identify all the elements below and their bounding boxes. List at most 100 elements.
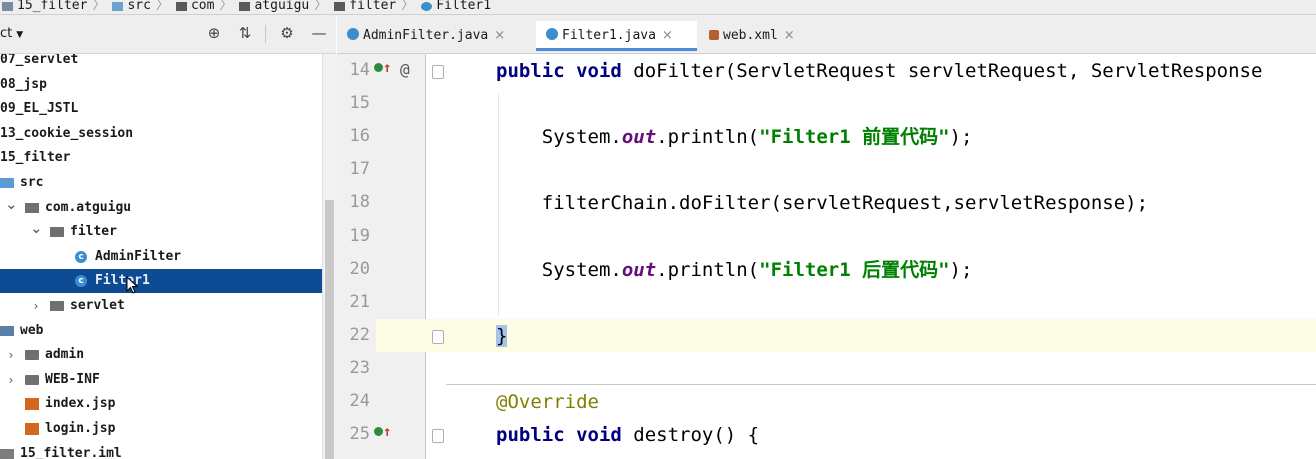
fold-column — [426, 54, 446, 459]
collapse-all-icon[interactable]: ⇅ — [236, 24, 254, 42]
tree-item[interactable]: web — [0, 319, 322, 343]
tree-scrollbar-thumb[interactable] — [325, 200, 334, 459]
class-icon — [421, 1, 433, 11]
tree-item-label: Filter1 — [95, 273, 150, 289]
tree-item-label: src — [20, 175, 44, 190]
chevron-down-icon[interactable]: ⌄ — [30, 216, 43, 240]
package-icon — [25, 202, 39, 213]
close-icon[interactable]: × — [784, 28, 795, 43]
project-tree: 07_servlet 08_jsp 09_EL_JSTL 13_cookie_sess… — [0, 54, 322, 459]
tree-item[interactable]: › servlet — [0, 294, 322, 318]
breadcrumb-label: com — [190, 0, 215, 13]
tree-item[interactable]: 08_jsp — [0, 73, 322, 97]
code-token: .println( — [656, 126, 760, 149]
breadcrumb-item[interactable]: com 〉 — [174, 0, 238, 12]
chevron-down-icon: ▼ — [16, 30, 24, 40]
tree-item-label: AdminFilter — [95, 248, 182, 264]
source-folder-icon — [112, 1, 124, 11]
breadcrumb-separator-icon: 〉 — [155, 0, 169, 13]
string-literal: "Filter1 后置代码" — [759, 258, 950, 281]
tree-item-label: 09_EL_JSTL — [0, 101, 79, 117]
fold-marker-icon[interactable] — [432, 329, 444, 344]
breadcrumb-item[interactable]: atguigu 〉 — [237, 0, 332, 12]
breadcrumb-item[interactable]: 15_filter 〉 — [0, 0, 110, 12]
breadcrumb-separator-icon: 〉 — [314, 0, 328, 13]
code-line: System.out.println("Filter1 前置代码"); — [496, 122, 973, 152]
class-icon: c — [75, 250, 87, 263]
code-token: ); — [949, 126, 973, 149]
project-view-label: ct — [0, 26, 13, 41]
tree-item[interactable]: login.jsp — [0, 417, 322, 441]
folder-icon — [25, 374, 39, 385]
line-number: 23 — [349, 357, 370, 378]
package-icon — [50, 227, 64, 238]
class-icon: c — [75, 275, 87, 288]
tree-item[interactable]: ⌄ com.atguigu — [0, 195, 322, 220]
method-separator — [446, 384, 1316, 385]
tab-web-xml[interactable]: web.xml × — [699, 21, 817, 51]
override-marker-icon[interactable]: ↑ — [374, 424, 391, 440]
tree-item[interactable]: › WEB-INF — [0, 368, 322, 392]
code-line: public void destroy() { — [496, 420, 759, 450]
code-line: filterChain.doFilter(servletRequest,serv… — [496, 188, 1148, 218]
chevron-right-icon[interactable]: › — [5, 368, 17, 392]
code-token: System. — [496, 126, 622, 149]
tree-item-label: servlet — [70, 298, 125, 313]
tree-item[interactable]: 09_EL_JSTL — [0, 97, 322, 121]
project-view-selector[interactable]: ct ▼ — [0, 26, 23, 41]
static-field: out — [621, 258, 657, 281]
line-number: 19 — [349, 225, 370, 246]
editor-tabs: AdminFilter.java × Filter1.java × web.xml × — [337, 15, 1316, 54]
minimize-icon[interactable]: — — [310, 24, 328, 42]
module-file-icon — [0, 448, 14, 459]
folder-icon — [25, 350, 39, 361]
code-token: filterChain.doFilter(servletRequest,serv… — [496, 192, 1149, 215]
tree-item[interactable]: c Filter1 — [0, 269, 322, 294]
tree-item[interactable]: 07_servlet — [0, 54, 322, 72]
tree-item[interactable]: › admin — [0, 343, 322, 367]
code-token: } — [496, 324, 508, 347]
code-token: System. — [496, 258, 622, 281]
tree-item[interactable]: 15_filter.iml — [0, 442, 322, 459]
code-token: ); — [949, 258, 973, 281]
gear-icon[interactable]: ⚙ — [278, 24, 296, 42]
tab-label: web.xml — [723, 28, 778, 43]
breadcrumb-item[interactable]: filter 〉 — [332, 0, 419, 12]
tree-item[interactable]: 13_cookie_session — [0, 122, 322, 146]
code-line: System.out.println("Filter1 后置代码"); — [496, 255, 973, 285]
tree-scrollbar[interactable] — [322, 54, 337, 459]
close-icon[interactable]: × — [494, 28, 505, 43]
tree-item[interactable]: src — [0, 171, 322, 195]
chevron-right-icon[interactable]: › — [5, 343, 17, 367]
chevron-down-icon[interactable]: ⌄ — [5, 192, 18, 216]
line-number: 15 — [349, 93, 370, 114]
at-icon[interactable]: @ — [400, 60, 410, 79]
tree-item[interactable]: c AdminFilter — [0, 245, 322, 269]
tab-adminfilter-java[interactable]: AdminFilter.java × — [337, 21, 534, 51]
override-marker-icon[interactable]: ↑ — [374, 60, 391, 76]
locate-icon[interactable]: ⊕ — [205, 24, 223, 42]
tree-item[interactable]: 15_filter — [0, 146, 322, 170]
line-number: 18 — [349, 192, 370, 213]
fold-marker-icon[interactable] — [432, 65, 444, 79]
tree-item-label: index.jsp — [45, 396, 116, 412]
keyword: public void — [496, 60, 634, 82]
static-field: out — [621, 126, 657, 149]
tab-filter1-java[interactable]: Filter1.java × — [536, 21, 697, 51]
jsp-file-icon — [25, 423, 39, 435]
breadcrumb-item[interactable]: src 〉 — [110, 0, 174, 12]
breadcrumb-label: 15_filter — [17, 0, 88, 13]
tree-item[interactable]: ⌄ filter — [0, 219, 322, 244]
tree-item[interactable]: index.jsp — [0, 392, 322, 416]
jsp-file-icon — [25, 398, 39, 411]
package-icon — [50, 301, 64, 311]
code-token: destroy() { — [633, 424, 760, 447]
xml-file-icon — [709, 30, 719, 40]
fold-marker-icon[interactable] — [432, 429, 444, 444]
chevron-right-icon[interactable]: › — [30, 294, 42, 318]
project-panel-header: ct ▼ ⊕ ⇅ ⚙ — — [0, 15, 336, 54]
breadcrumb-item[interactable]: Filter1 — [419, 0, 491, 12]
current-line-highlight — [376, 319, 1316, 352]
close-icon[interactable]: × — [662, 28, 673, 43]
web-folder-icon — [0, 325, 14, 336]
